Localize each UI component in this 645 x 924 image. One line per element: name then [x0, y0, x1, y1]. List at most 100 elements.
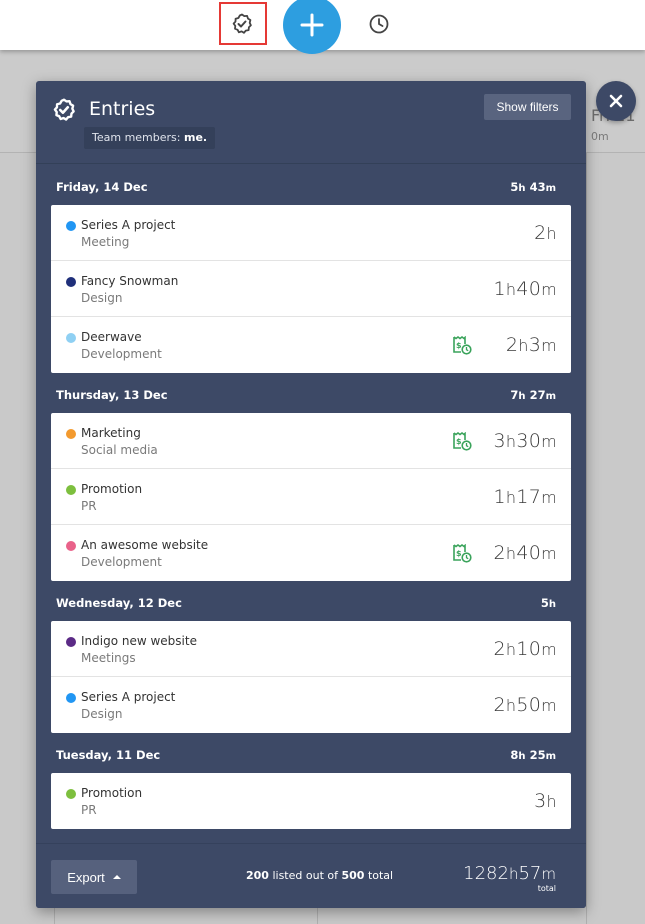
svg-text:$: $ [456, 437, 462, 446]
task-name: Design [81, 707, 123, 721]
grand-total: 1282h57m [463, 863, 556, 884]
duration-hours: 2 [534, 222, 547, 244]
day-total-minutes: 43 [529, 180, 546, 194]
project-color-dot [66, 541, 76, 551]
listed-text-end: total [364, 869, 394, 882]
close-icon [609, 94, 623, 108]
entries-badge-icon [232, 13, 252, 34]
duration-hours: 2 [505, 334, 519, 356]
entry-duration: 1h17m [493, 486, 557, 508]
unit-m: m [541, 336, 557, 355]
unit-m: m [545, 751, 556, 762]
day-total-minutes: 27 [529, 388, 546, 402]
task-name: Development [81, 555, 162, 569]
project-color-dot [66, 637, 76, 647]
close-panel-button[interactable] [596, 81, 636, 121]
show-filters-button[interactable]: Show filters [484, 94, 571, 120]
entry-duration: 2h3m [506, 334, 557, 356]
day-entries-card: Series A project Meeting 2h Fancy Snowman De… [51, 205, 571, 373]
unit-h: h [518, 336, 529, 355]
entry-row[interactable]: Series A project Meeting 2h [51, 205, 571, 261]
project-name: Fancy Snowman [81, 274, 179, 288]
entry-row[interactable]: Fancy Snowman Design 1h40m [51, 261, 571, 317]
export-button[interactable]: Export [51, 860, 137, 894]
task-name: Meetings [81, 651, 136, 665]
entry-duration: 2h50m [493, 694, 557, 716]
task-name: Development [81, 347, 162, 361]
project-name: Promotion [81, 786, 143, 800]
entry-row[interactable]: Indigo new website Meetings 2h10m [51, 621, 571, 677]
duration-hours: 1 [493, 278, 506, 300]
entry-duration: 1h40m [493, 278, 557, 300]
entry-row[interactable]: Marketing Social media $3h30m [51, 413, 571, 469]
project-name: Deerwave [81, 330, 142, 344]
entry-row[interactable]: Deerwave Development $2h3m [51, 317, 571, 373]
duration-minutes: 10 [516, 638, 542, 660]
team-members-label: Team members: [92, 131, 184, 144]
project-color-dot [66, 277, 76, 287]
grand-total-hours: 1282 [463, 863, 509, 884]
clock-icon [369, 14, 389, 34]
entries-list[interactable]: Friday, 14 Dec 5h 43m Series A project Meet… [36, 165, 586, 843]
unit-h: h [505, 280, 517, 299]
unit-h: h [505, 640, 517, 659]
project-color-dot [66, 221, 76, 231]
project-name: Series A project [81, 690, 176, 704]
task-name: Meeting [81, 235, 130, 249]
export-label: Export [67, 869, 105, 885]
entry-row[interactable]: Promotion PR 3h [51, 773, 571, 829]
billable-icon: $ [452, 335, 472, 355]
billable-icon: $ [452, 543, 472, 563]
task-name: Social media [81, 443, 158, 457]
day-entries-card: Promotion PR 3h [51, 773, 571, 829]
duration-hours: 1 [493, 486, 506, 508]
project-color-dot [66, 789, 76, 799]
unit-m: m [541, 488, 557, 507]
panel-footer: Export 200 listed out of 500 total 1282h… [36, 843, 586, 908]
unit-m: m [541, 640, 557, 659]
day-header: Wednesday, 12 Dec 5h [36, 581, 586, 621]
project-name: Marketing [81, 426, 141, 440]
unit-h: h [505, 432, 517, 451]
duration-minutes: 3 [528, 334, 542, 356]
day-entries-card: Marketing Social media $3h30m Promotion PR 1h… [51, 413, 571, 581]
task-name: PR [81, 499, 97, 513]
unit-h: h [546, 224, 557, 243]
entries-tab[interactable] [229, 11, 255, 37]
entry-row[interactable]: An awesome website Development $2h40m [51, 525, 571, 581]
listed-count: 200 [246, 869, 269, 882]
duration-hours: 2 [493, 542, 506, 564]
unit-m: m [545, 391, 556, 402]
unit-h: h [546, 792, 557, 811]
unit-m: m [545, 183, 556, 194]
unit-m: m [541, 696, 557, 715]
timer-tab[interactable] [366, 11, 392, 37]
project-color-dot [66, 485, 76, 495]
duration-minutes: 30 [516, 430, 542, 452]
project-color-dot [66, 693, 76, 703]
unit-h: h [505, 488, 517, 507]
day-total: 8h 25m [510, 748, 556, 762]
plus-icon [300, 13, 324, 37]
entry-row[interactable]: Promotion PR 1h17m [51, 469, 571, 525]
entry-duration: 3h [534, 790, 557, 812]
day-label: Thursday, 13 Dec [56, 388, 168, 402]
day-header: Thursday, 13 Dec 7h 27m [36, 373, 586, 413]
unit-h: h [518, 391, 526, 402]
duration-minutes: 40 [516, 542, 542, 564]
entries-panel: Entries Team members: me. Show filters F… [36, 81, 586, 908]
project-name: Promotion [81, 482, 143, 496]
day-header: Friday, 14 Dec 5h 43m [36, 165, 586, 205]
billable-icon: $ [452, 431, 472, 451]
svg-text:$: $ [456, 549, 462, 558]
entry-row[interactable]: Series A project Design 2h50m [51, 677, 571, 733]
duration-hours: 2 [493, 638, 506, 660]
entry-duration: 2h40m [493, 542, 557, 564]
entry-duration: 2h10m [493, 638, 557, 660]
unit-h: h [548, 599, 556, 610]
task-name: PR [81, 803, 97, 817]
entry-duration: 2h [534, 222, 557, 244]
unit-h: h [518, 183, 526, 194]
team-members-filter[interactable]: Team members: me. [84, 127, 216, 149]
day-label: Tuesday, 11 Dec [56, 748, 161, 762]
